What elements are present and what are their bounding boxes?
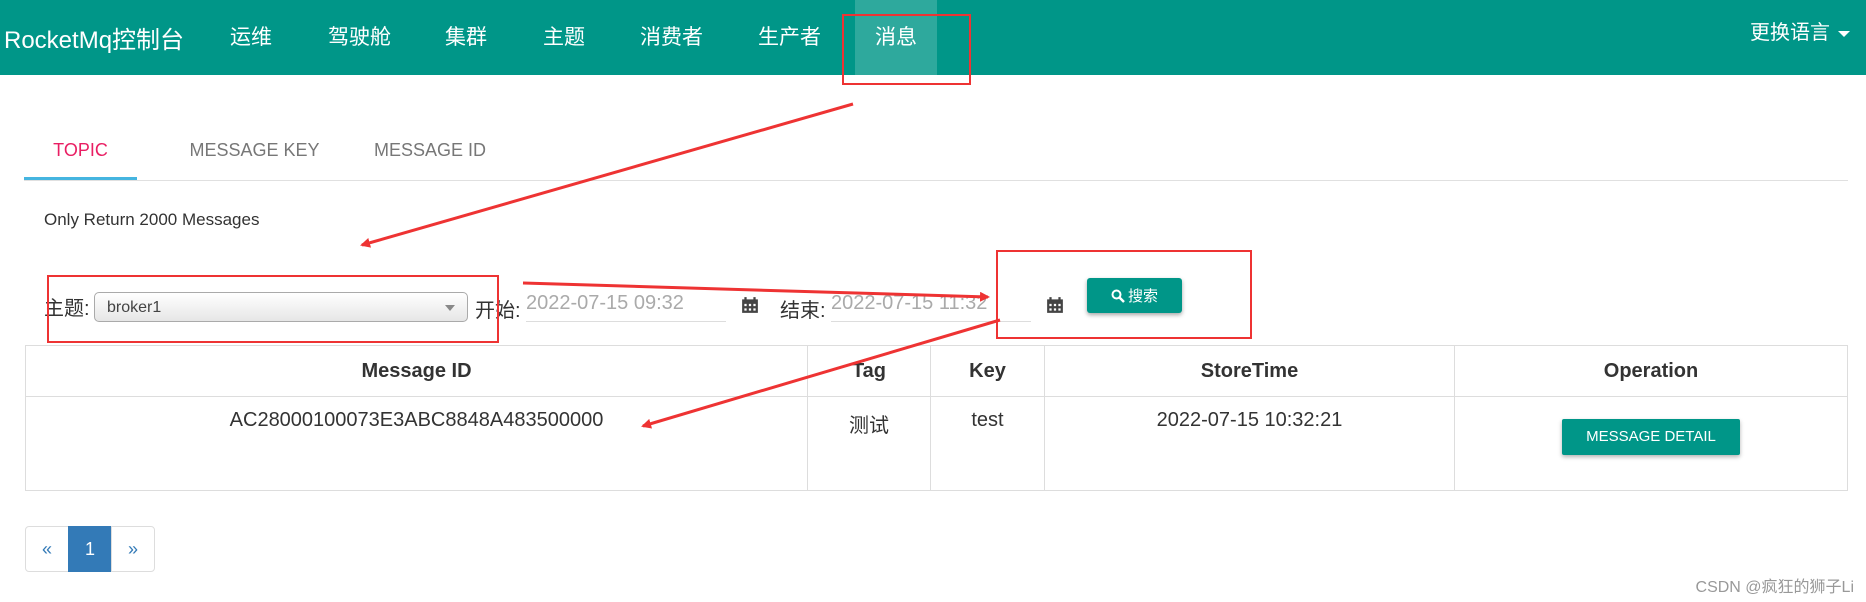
start-time-input[interactable]: 2022-07-15 09:32 xyxy=(526,285,726,322)
chevron-down-icon xyxy=(445,305,455,311)
cell-message-id: AC28000100073E3ABC8848A483500000 xyxy=(25,396,808,491)
cell-key: test xyxy=(930,396,1045,491)
prev-page-button[interactable]: « xyxy=(25,526,69,572)
result-limit-notice: Only Return 2000 Messages xyxy=(44,210,260,229)
header-store-time: StoreTime xyxy=(1044,345,1455,397)
nav-item-cluster[interactable]: 集群 xyxy=(445,0,487,75)
tab-message-id[interactable]: MESSAGE ID xyxy=(358,122,502,178)
table-header-row: Message ID Tag Key StoreTime Operation xyxy=(25,345,1848,397)
calendar-icon[interactable] xyxy=(741,296,759,314)
calendar-icon[interactable] xyxy=(1046,296,1064,314)
language-dropdown[interactable]: 更换语言 xyxy=(1750,0,1850,66)
search-button-label: 搜索 xyxy=(1127,288,1158,305)
end-label: 结束: xyxy=(780,300,826,322)
pagination: « 1 » xyxy=(25,526,155,572)
search-icon xyxy=(1111,289,1125,303)
nav-item-dashboard[interactable]: 驾驶舱 xyxy=(328,0,391,75)
page-1-button[interactable]: 1 xyxy=(68,526,112,572)
header-message-id: Message ID xyxy=(25,345,808,397)
nav-item-topic[interactable]: 主题 xyxy=(543,0,585,75)
language-label: 更换语言 xyxy=(1750,22,1830,44)
tab-message-key[interactable]: MESSAGE KEY xyxy=(167,122,342,178)
cell-tag: 测试 xyxy=(807,396,931,491)
topic-select[interactable]: broker1 xyxy=(94,292,468,322)
nav-item-message[interactable]: 消息 xyxy=(855,0,937,75)
next-page-button[interactable]: » xyxy=(111,526,155,572)
tab-topic[interactable]: TOPIC xyxy=(24,122,137,180)
cell-operation: MESSAGE DETAIL xyxy=(1454,396,1848,491)
table-row: AC28000100073E3ABC8848A483500000 测试 test… xyxy=(25,396,1848,491)
message-detail-button[interactable]: MESSAGE DETAIL xyxy=(1562,419,1740,455)
header-operation: Operation xyxy=(1454,345,1848,397)
header-tag: Tag xyxy=(807,345,931,397)
caret-down-icon xyxy=(1838,30,1850,37)
cell-store-time: 2022-07-15 10:32:21 xyxy=(1044,396,1455,491)
query-tabs: TOPIC MESSAGE KEY MESSAGE ID xyxy=(24,122,1848,181)
nav-item-consumer[interactable]: 消费者 xyxy=(640,0,703,75)
nav-item-ops[interactable]: 运维 xyxy=(230,0,272,75)
search-button[interactable]: 搜索 xyxy=(1087,278,1182,313)
start-label: 开始: xyxy=(475,300,521,322)
watermark: CSDN @疯狂的狮子Li xyxy=(1695,579,1854,596)
message-table: Message ID Tag Key StoreTime Operation A… xyxy=(25,345,1848,491)
topic-select-value: broker1 xyxy=(107,299,162,316)
end-time-input[interactable]: 2022-07-15 11:32 xyxy=(831,285,1031,322)
topic-label: 主题: xyxy=(44,298,90,320)
top-navbar: RocketMq控制台 运维 驾驶舱 集群 主题 消费者 生产者 消息 更换语言 xyxy=(0,0,1866,75)
brand-title[interactable]: RocketMq控制台 xyxy=(4,20,184,55)
nav-item-producer[interactable]: 生产者 xyxy=(758,0,821,75)
header-key: Key xyxy=(930,345,1045,397)
